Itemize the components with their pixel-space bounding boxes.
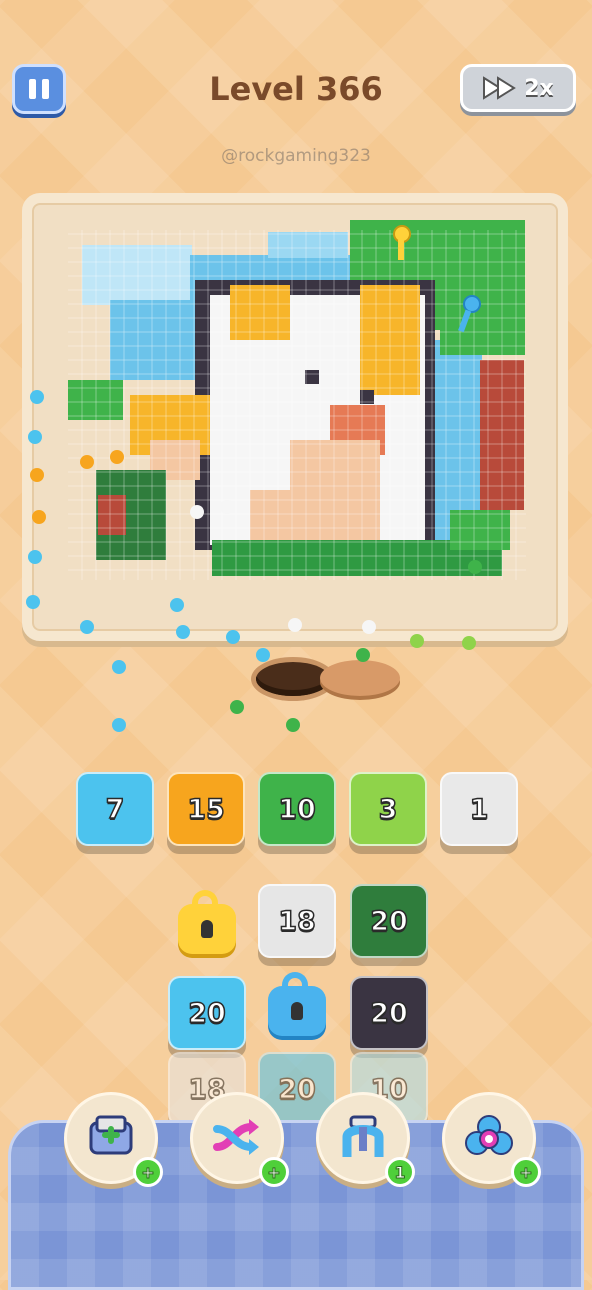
ant [410, 634, 424, 648]
booster-badge: + [133, 1157, 163, 1187]
booster-magnet-button[interactable]: 1 [316, 1092, 415, 1187]
ant [30, 390, 44, 404]
ant-hole [256, 662, 330, 696]
flower-bomb-icon [465, 1115, 513, 1155]
ant [112, 660, 126, 674]
padlock-icon[interactable] [268, 972, 326, 1036]
ant [176, 625, 190, 639]
pixel-art-picture [68, 220, 526, 580]
ant [230, 700, 244, 714]
ant [356, 648, 370, 662]
grid-tile[interactable]: 20 [350, 976, 428, 1050]
queue-tile: 7 [76, 772, 154, 846]
queue-tile: 3 [349, 772, 427, 846]
booster-badge: + [511, 1157, 541, 1187]
queue-tile: 1 [440, 772, 518, 846]
ant [32, 510, 46, 524]
booster-add-slot-button[interactable]: + [64, 1092, 163, 1187]
ant [28, 550, 42, 564]
grid-tile[interactable]: 20 [168, 976, 246, 1050]
booster-bomb-button[interactable]: + [442, 1092, 541, 1187]
ant [110, 450, 124, 464]
queue-tile: 10 [258, 772, 336, 846]
ant [190, 505, 204, 519]
ant [462, 636, 476, 650]
booster-badge: + [259, 1157, 289, 1187]
add-slot-icon [89, 1115, 133, 1155]
ant [362, 620, 376, 634]
magnet-claw-icon [342, 1115, 384, 1157]
ant [286, 718, 300, 732]
booster-shuffle-button[interactable]: + [190, 1092, 289, 1187]
ant-hole-lid [320, 660, 400, 696]
ant [256, 648, 270, 662]
booster-count-badge: 1 [385, 1157, 415, 1187]
grid-tile[interactable]: 20 [350, 884, 428, 958]
ant [226, 630, 240, 644]
shuffle-icon [213, 1119, 259, 1155]
ant [112, 718, 126, 732]
ant [26, 595, 40, 609]
ant [80, 620, 94, 634]
ant [220, 500, 234, 514]
padlock-icon[interactable] [178, 890, 236, 954]
grid-tile[interactable]: 18 [258, 884, 336, 958]
ant [468, 560, 482, 574]
ant [288, 618, 302, 632]
ant [28, 430, 42, 444]
ant [30, 468, 44, 482]
queue-tile: 15 [167, 772, 245, 846]
ant [80, 455, 94, 469]
ant [170, 598, 184, 612]
